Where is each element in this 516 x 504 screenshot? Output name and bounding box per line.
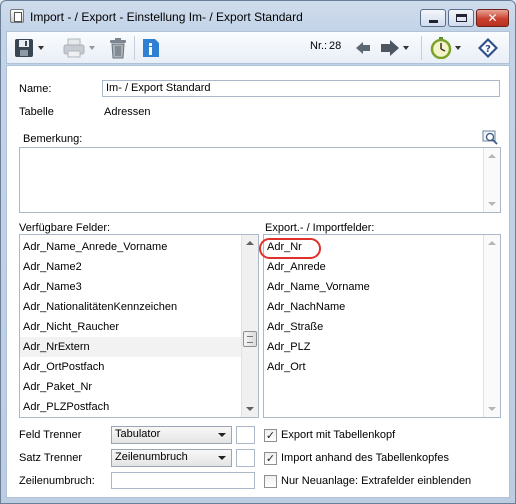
list-item[interactable]: Adr_PLZPostfach	[20, 397, 242, 417]
list-item[interactable]: Adr_Name_Anrede_Vorname	[20, 237, 242, 257]
feld-trenner-label: Feld Trenner	[19, 429, 82, 441]
list-item[interactable]: Adr_Nicht_Raucher	[20, 317, 242, 337]
bemerkung-textarea[interactable]	[19, 147, 501, 213]
extra-fields-label: Nur Neuanlage: Extrafelder einblenden	[281, 475, 472, 487]
name-label: Name:	[19, 83, 52, 95]
satz-trenner-value: Zeilenumbruch	[115, 451, 188, 463]
toolbar-separator	[421, 36, 422, 60]
chevron-down-icon	[218, 433, 226, 437]
scroll-up-arrow[interactable]	[488, 241, 496, 245]
trash-icon	[110, 38, 126, 59]
satz-trenner-select[interactable]: Zeilenumbruch	[111, 449, 232, 467]
tabelle-value: Adressen	[104, 106, 151, 118]
selected-fields-list[interactable]: Adr_Nr Adr_Anrede Adr_Name_Vorname Adr_N…	[259, 234, 501, 418]
record-number-label: Nr.:	[310, 40, 328, 52]
list-item[interactable]: Adr_NationalitätenKennzeichen	[20, 297, 242, 317]
maximize-button[interactable]	[448, 9, 474, 27]
checkmark-icon: ✓	[265, 452, 276, 465]
delete-button[interactable]	[108, 36, 128, 60]
previous-record-button[interactable]	[355, 36, 371, 60]
magnifier-icon	[482, 130, 498, 145]
list-item[interactable]: Adr_Straße	[264, 317, 482, 337]
available-fields-scrollbar[interactable]	[241, 235, 258, 417]
floppy-disk-icon	[15, 39, 33, 57]
export-header-label: Export mit Tabellenkopf	[281, 429, 396, 441]
tabelle-label: Tabelle	[19, 106, 54, 118]
selected-fields-label: Export.- / Importfelder:	[265, 222, 375, 234]
bemerkung-scrollbar[interactable]	[483, 148, 500, 212]
scroll-down-arrow[interactable]	[488, 407, 496, 411]
record-number-value: 28	[329, 40, 342, 52]
list-item[interactable]: Adr_Paket_Nr	[20, 377, 242, 397]
export-header-checkbox[interactable]: ✓	[264, 429, 277, 442]
save-dropdown-arrow[interactable]	[38, 46, 44, 50]
available-fields-list[interactable]: Adr_Name_Anrede_Vorname Adr_Name2 Adr_Na…	[19, 234, 259, 418]
window-title: Import - / Export - Einstellung Im- / Ex…	[30, 10, 303, 24]
print-button[interactable]	[62, 36, 95, 60]
chevron-down-icon	[218, 456, 226, 460]
list-item[interactable]: Adr_OrtPostfach	[20, 357, 242, 377]
selected-fields-scrollbar[interactable]	[483, 235, 500, 417]
feld-trenner-select[interactable]: Tabulator	[111, 426, 232, 444]
arrow-right-icon	[381, 40, 399, 56]
toolbar-separator	[134, 36, 135, 60]
title-bar[interactable]: Import - / Export - Einstellung Im- / Ex…	[1, 1, 515, 31]
zeilenumbruch-label: Zeilenumbruch:	[19, 475, 95, 487]
list-item[interactable]: Adr_Name_Vorname	[264, 277, 482, 297]
print-dropdown-arrow[interactable]	[89, 46, 95, 50]
extra-fields-checkbox[interactable]	[264, 475, 277, 488]
save-button[interactable]	[13, 36, 44, 60]
timer-dropdown-arrow[interactable]	[455, 46, 461, 50]
timer-button[interactable]	[430, 36, 461, 60]
zeilenumbruch-input[interactable]	[111, 472, 255, 489]
help-button[interactable]: ?	[477, 36, 499, 60]
satz-trenner-label: Satz Trenner	[19, 452, 82, 464]
scroll-up-arrow[interactable]	[246, 241, 254, 245]
checkmark-icon: ✓	[265, 429, 276, 442]
close-icon: ✕	[487, 11, 498, 25]
minimize-button[interactable]	[420, 9, 446, 27]
next-record-button[interactable]	[380, 36, 409, 60]
printer-icon	[63, 38, 85, 58]
name-input[interactable]: Im- / Export Standard	[102, 80, 500, 97]
toolbar: Nr.: 28 ?	[6, 31, 510, 64]
bemerkung-label: Bemerkung:	[23, 133, 83, 145]
list-item[interactable]: Adr_Name2	[20, 257, 242, 277]
scroll-up-arrow[interactable]	[488, 154, 496, 158]
list-item[interactable]: Adr_PLZ	[264, 337, 482, 357]
list-item[interactable]: Adr_NachName	[264, 297, 482, 317]
list-item[interactable]: Adr_NrExtern	[20, 337, 242, 357]
bemerkung-zoom-button[interactable]	[482, 130, 500, 146]
next-record-dropdown-arrow[interactable]	[403, 46, 409, 50]
import-export-window: Import - / Export - Einstellung Im- / Ex…	[0, 0, 516, 504]
scroll-down-arrow[interactable]	[488, 202, 496, 206]
feld-trenner-custom-input[interactable]	[236, 426, 255, 444]
arrow-left-icon	[356, 42, 370, 54]
stopwatch-icon	[430, 37, 452, 59]
minimize-icon	[428, 19, 438, 23]
list-item[interactable]: Adr_Ort	[264, 357, 482, 377]
scroll-thumb[interactable]	[243, 331, 257, 347]
import-header-label: Import anhand des Tabellenkopfes	[281, 452, 449, 464]
maximize-icon	[455, 14, 467, 22]
form-panel: Name: Im- / Export Standard Tabelle Adre…	[6, 65, 510, 498]
scroll-down-arrow[interactable]	[246, 407, 254, 411]
annotation-highlight-circle	[259, 238, 321, 259]
info-button[interactable]	[141, 36, 161, 60]
satz-trenner-custom-input[interactable]	[236, 449, 255, 467]
svg-text:?: ?	[485, 44, 491, 55]
list-item[interactable]: Adr_Anrede	[264, 257, 482, 277]
close-button[interactable]: ✕	[476, 9, 509, 27]
list-item[interactable]: Adr_Name3	[20, 277, 242, 297]
info-icon	[143, 39, 159, 57]
help-book-icon: ?	[478, 38, 498, 58]
feld-trenner-value: Tabulator	[115, 428, 161, 440]
app-icon[interactable]	[10, 9, 24, 23]
import-header-checkbox[interactable]: ✓	[264, 452, 277, 465]
available-fields-label: Verfügbare Felder:	[19, 222, 111, 234]
